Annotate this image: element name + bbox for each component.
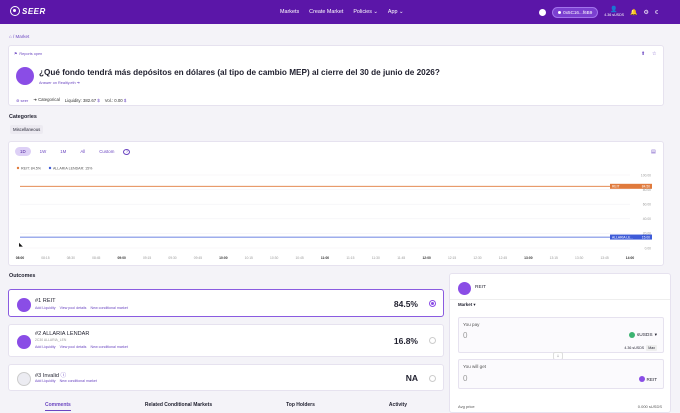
pool-details-link[interactable]: View pool details bbox=[60, 306, 87, 310]
wallet-button[interactable]: 0x5C16...f6B9 bbox=[552, 7, 599, 18]
market-title: ¿Qué fondo tendrá más depósitos en dólar… bbox=[39, 68, 440, 77]
nav-links: Markets Create Market Policies ⌄ App ⌄ bbox=[280, 9, 404, 15]
range-1m[interactable]: 1M bbox=[55, 147, 71, 156]
add-liquidity-link[interactable]: Add Liquidity bbox=[35, 306, 56, 310]
download-icon[interactable]: ▤ bbox=[651, 149, 656, 155]
tab-top-holders[interactable]: Top Holders bbox=[286, 402, 315, 411]
nav-policies[interactable]: Policies ⌄ bbox=[353, 9, 378, 15]
outcome-radio[interactable] bbox=[429, 375, 436, 382]
category-pill[interactable]: Miscellaneous bbox=[10, 125, 44, 134]
share-icon[interactable]: ⬆ bbox=[641, 51, 645, 57]
categorical-icon: ➜ bbox=[33, 97, 37, 102]
outcomes-label: Outcomes bbox=[9, 273, 36, 279]
tab-related-markets[interactable]: Related Conditional Markets bbox=[145, 402, 212, 411]
currency-icon-2: $ bbox=[123, 97, 127, 103]
market-meta: ⊚ seer ➜ Categorical Liquidity: 382.67 $… bbox=[16, 97, 126, 103]
reit-token-icon bbox=[638, 376, 645, 382]
volume: Vol.: 0.00 $ bbox=[104, 97, 127, 103]
range-selector: 1D 1W 1M All Custom ? bbox=[15, 147, 131, 156]
max-button[interactable]: Max bbox=[646, 345, 657, 351]
nav-markets[interactable]: Markets bbox=[280, 9, 299, 15]
outcome-percent: 84.5% bbox=[393, 299, 418, 309]
logo-text: SEER bbox=[22, 6, 46, 16]
susds-icon bbox=[628, 332, 635, 338]
get-value: 0 bbox=[463, 374, 468, 383]
status-badge: ⚑ Reports open bbox=[14, 51, 43, 57]
market-image bbox=[16, 67, 34, 85]
flag-icon: ⚑ bbox=[14, 52, 18, 56]
network-icon[interactable] bbox=[539, 9, 547, 16]
trade-outcome-image bbox=[458, 282, 471, 295]
bookmark-icon[interactable]: ☆ bbox=[652, 51, 656, 57]
outcome-card-3[interactable]: #3 Invalid ⓘ Add Liquidity New condition… bbox=[8, 364, 444, 391]
outcome-card-2[interactable]: #2 ALLARIA LENDAR 2C30 ALLARIA_LEN Add L… bbox=[8, 324, 444, 357]
tab-activity[interactable]: Activity bbox=[389, 402, 407, 411]
outcome-image bbox=[17, 298, 31, 312]
outcome-percent: 16.8% bbox=[393, 336, 418, 346]
nav-create-market[interactable]: Create Market bbox=[309, 9, 343, 15]
range-all[interactable]: All bbox=[75, 147, 90, 156]
outcome-image bbox=[17, 335, 31, 349]
outcome-percent: NA bbox=[405, 373, 418, 383]
chart-card bbox=[8, 141, 664, 266]
seer-small-icon: ⊚ seer bbox=[16, 97, 29, 103]
outcome-name: #3 Invalid ⓘ bbox=[35, 373, 67, 379]
get-token: REIT bbox=[638, 376, 657, 382]
market-type: ➜ Categorical bbox=[33, 97, 60, 102]
tab-comments[interactable]: Comments bbox=[45, 402, 71, 411]
account-balance[interactable]: 👤 4.36 sUSDS bbox=[604, 7, 625, 17]
breadcrumb-current[interactable]: Market bbox=[15, 34, 29, 39]
categories-label: Categories bbox=[9, 114, 37, 120]
add-liquidity-link[interactable]: Add Liquidity bbox=[35, 345, 56, 349]
outcome-links: Add Liquidity View pool details New cond… bbox=[35, 306, 128, 310]
new-conditional-link[interactable]: New conditional market bbox=[90, 345, 127, 349]
pay-input[interactable]: 0 bbox=[463, 331, 467, 340]
outcome-subtitle: 2C30 ALLARIA_LEN bbox=[35, 338, 67, 342]
order-type-select[interactable]: Market ▾ bbox=[458, 302, 476, 308]
you-pay-label: You pay bbox=[463, 322, 480, 327]
nav-right: 0x5C16...f6B9 👤 4.36 sUSDS 🔔 ⚙ € bbox=[539, 7, 658, 18]
outcome-image bbox=[17, 372, 31, 386]
settings-icon[interactable]: ⚙ bbox=[644, 9, 649, 16]
bottom-tabs: Comments Related Conditional Markets Top… bbox=[8, 402, 444, 411]
outcome-name: #1 REIT bbox=[35, 298, 56, 304]
language-icon[interactable]: € bbox=[655, 10, 658, 16]
outcome-radio[interactable] bbox=[429, 337, 436, 344]
home-icon[interactable]: ⌂ bbox=[9, 34, 12, 39]
add-liquidity-link[interactable]: Add Liquidity bbox=[35, 379, 56, 383]
range-1w[interactable]: 1W bbox=[35, 147, 52, 156]
wallet-address: 0x5C16...f6B9 bbox=[563, 10, 593, 15]
seer-logo-icon bbox=[10, 6, 20, 16]
help-icon[interactable]: ? bbox=[123, 148, 131, 155]
avg-price-label: Avg price bbox=[458, 404, 475, 409]
seer-logo[interactable]: SEER bbox=[10, 6, 46, 16]
outcome-name: #2 ALLARIA LENDAR bbox=[35, 331, 90, 337]
outcome-links: Add Liquidity New conditional market bbox=[35, 379, 97, 383]
nav-app[interactable]: App ⌄ bbox=[388, 9, 404, 15]
outcome-radio[interactable] bbox=[429, 300, 436, 307]
outcome-links: Add Liquidity View pool details New cond… bbox=[35, 345, 128, 349]
range-1d[interactable]: 1D bbox=[15, 147, 31, 156]
you-get-label: You will get bbox=[463, 364, 487, 369]
currency-icon: $ bbox=[97, 97, 100, 103]
trade-outcome-name: REIT bbox=[475, 285, 486, 290]
new-conditional-link[interactable]: New conditional market bbox=[90, 306, 127, 310]
receive-box: You will get 0 REIT bbox=[458, 359, 664, 389]
bell-icon[interactable]: 🔔 bbox=[630, 9, 637, 16]
outcome-card-1[interactable]: #1 REIT Add Liquidity View pool details … bbox=[8, 289, 444, 317]
breadcrumb: ⌂ / Market bbox=[9, 34, 30, 39]
top-nav: SEER Markets Create Market Policies ⌄ Ap… bbox=[0, 0, 680, 24]
pool-details-link[interactable]: View pool details bbox=[60, 345, 87, 349]
liquidity: Liquidity: 382.67 $ bbox=[64, 97, 100, 103]
new-conditional-link[interactable]: New conditional market bbox=[60, 379, 97, 383]
pay-token-select[interactable]: sUSDS ▾ bbox=[628, 332, 657, 338]
trade-panel: REIT Market ▾ You pay 0 sUSDS ▾ 4.36 sUS… bbox=[449, 273, 671, 413]
range-custom[interactable]: Custom bbox=[94, 147, 119, 156]
pay-balance: 4.36 sUSDS Max bbox=[624, 345, 657, 351]
wallet-dot-icon bbox=[558, 11, 562, 14]
balance-text: 4.36 sUSDS bbox=[604, 12, 625, 17]
answer-link[interactable]: Answer on Reality.eth ➔ bbox=[39, 80, 80, 85]
avg-price-value: 0.000 sUSDS bbox=[637, 404, 662, 409]
pay-box: You pay 0 sUSDS ▾ 4.36 sUSDS Max bbox=[458, 317, 664, 353]
